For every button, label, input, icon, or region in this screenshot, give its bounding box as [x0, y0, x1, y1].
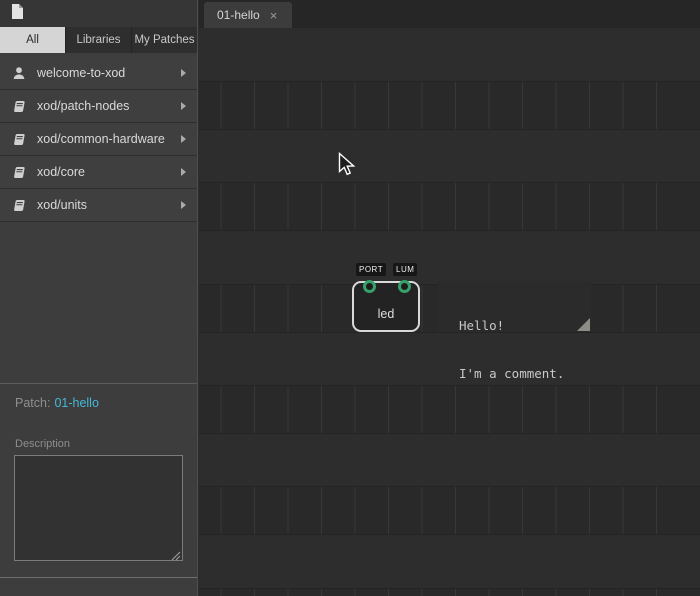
new-patch-button[interactable]	[7, 3, 27, 24]
pin-lum[interactable]	[398, 280, 411, 293]
tree-item-label: xod/patch-nodes	[37, 99, 129, 113]
chevron-right-icon[interactable]	[181, 201, 186, 209]
description-textarea[interactable]	[14, 455, 183, 561]
comment-line-2: I'm a comment.	[459, 366, 591, 382]
sidebar-item-xod-core[interactable]: xod/core	[0, 156, 197, 189]
tab-all[interactable]: All	[0, 27, 65, 53]
editor-tab-01-hello[interactable]: 01-hello ×	[204, 2, 292, 28]
pin-label-lum: LUM	[393, 263, 417, 276]
sidebar-bottom-divider	[0, 577, 197, 578]
chevron-right-icon[interactable]	[181, 102, 186, 110]
patch-canvas[interactable]: PORT LUM led Hello! I'm a comment.	[199, 28, 700, 596]
patch-name-link: 01-hello	[54, 396, 98, 410]
user-icon	[12, 66, 27, 80]
editor-tab-label: 01-hello	[217, 8, 260, 22]
project-tree: welcome-to-xod xod/patch-nodes	[0, 57, 197, 222]
comment-resize-handle-icon[interactable]	[577, 318, 590, 331]
book-icon	[12, 199, 27, 212]
book-icon	[12, 166, 27, 179]
comment-line-1: Hello!	[459, 318, 591, 334]
sidebar-toolbar	[0, 0, 197, 27]
tree-item-label: xod/common-hardware	[37, 132, 165, 146]
chevron-right-icon[interactable]	[181, 135, 186, 143]
patch-label: Patch:	[15, 396, 50, 410]
sidebar-item-xod-patch-nodes[interactable]: xod/patch-nodes	[0, 90, 197, 123]
browser-filter-tabs: All Libraries My Patches	[0, 27, 197, 53]
sidebar-item-xod-common-hardware[interactable]: xod/common-hardware	[0, 123, 197, 156]
pin-label-port: PORT	[356, 263, 386, 276]
panel-divider	[0, 383, 197, 384]
comment-block[interactable]: Hello! I'm a comment.	[438, 281, 591, 332]
project-browser-sidebar: All Libraries My Patches welcome-to-xod	[0, 0, 198, 596]
pin-port[interactable]	[363, 280, 376, 293]
book-icon	[12, 133, 27, 146]
description-label: Description	[15, 438, 70, 450]
xod-ide-window: All Libraries My Patches welcome-to-xod	[0, 0, 700, 596]
editor-tabbar: 01-hello ×	[199, 0, 700, 28]
tree-item-label: xod/core	[37, 165, 85, 179]
tree-item-label: xod/units	[37, 198, 87, 212]
tree-item-label: welcome-to-xod	[37, 66, 125, 80]
tab-libraries[interactable]: Libraries	[66, 27, 131, 53]
tab-my-patches[interactable]: My Patches	[132, 27, 197, 53]
current-patch-row: Patch: 01-hello	[15, 396, 99, 410]
document-icon	[11, 3, 24, 25]
node-led: PORT LUM led	[352, 253, 420, 333]
mouse-cursor-icon	[338, 152, 356, 182]
chevron-right-icon[interactable]	[181, 168, 186, 176]
close-icon[interactable]: ×	[270, 9, 278, 22]
sidebar-item-welcome-to-xod[interactable]: welcome-to-xod	[0, 57, 197, 90]
node-label: led	[378, 307, 395, 321]
book-icon	[12, 100, 27, 113]
sidebar-item-xod-units[interactable]: xod/units	[0, 189, 197, 222]
chevron-right-icon[interactable]	[181, 69, 186, 77]
